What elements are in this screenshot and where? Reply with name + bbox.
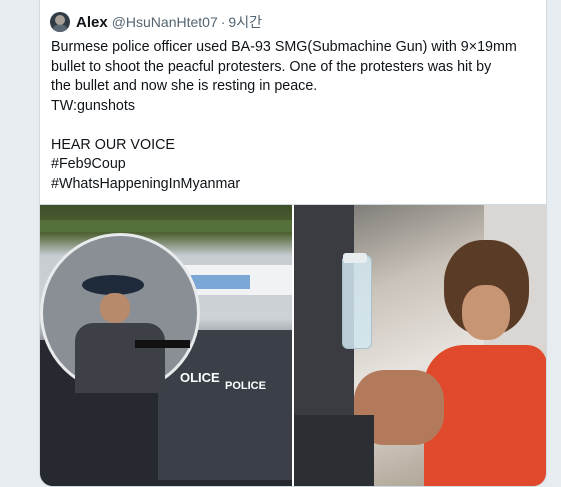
hashtag-link[interactable]: #Feb9Coup [51, 155, 541, 175]
hashtag-link[interactable]: #WhatsHappeningInMyanmar [51, 175, 541, 195]
tweet-line: the bullet and now she is resting in pea… [51, 78, 318, 94]
bottle-cap [343, 253, 367, 263]
tweet-text: Burmese police officer used BA-93 SMG(Su… [51, 38, 541, 194]
helper-jeans [294, 415, 374, 486]
tweet-line: bullet to shoot the peacful protesters. … [51, 58, 492, 75]
separator-dot: · [220, 14, 226, 30]
bus-window [190, 275, 250, 289]
avatar[interactable] [50, 12, 70, 32]
shield-text-2: POLICE [225, 380, 266, 392]
submachine-gun [135, 340, 190, 348]
tree-line [40, 220, 292, 232]
tweet-card[interactable]: Alex @HsuNanHtet07 · 9시간 Burmese police … [39, 0, 547, 487]
tweet-line: Burmese police officer used BA-93 SMG(Su… [51, 39, 517, 55]
water-bottle [342, 255, 372, 349]
timestamp[interactable]: 9시간 [228, 12, 262, 32]
officer-face [100, 293, 130, 323]
photo-protester[interactable] [294, 205, 546, 486]
tweet-header: Alex @HsuNanHtet07 · 9시간 [50, 10, 262, 34]
tweet-line: HEAR OUR VOICE [51, 136, 175, 153]
author-handle[interactable]: @HsuNanHtet07 [112, 14, 218, 30]
officer-hat [82, 275, 144, 295]
media-grid: OLICE POLICE [40, 204, 546, 486]
shield-text-1: OLICE [180, 370, 220, 385]
tweet-line: TW:gunshots [51, 97, 135, 114]
officer-uniform [75, 323, 165, 393]
protester-face [462, 285, 510, 340]
photo-police[interactable]: OLICE POLICE [40, 205, 292, 486]
author-name[interactable]: Alex [76, 14, 108, 31]
